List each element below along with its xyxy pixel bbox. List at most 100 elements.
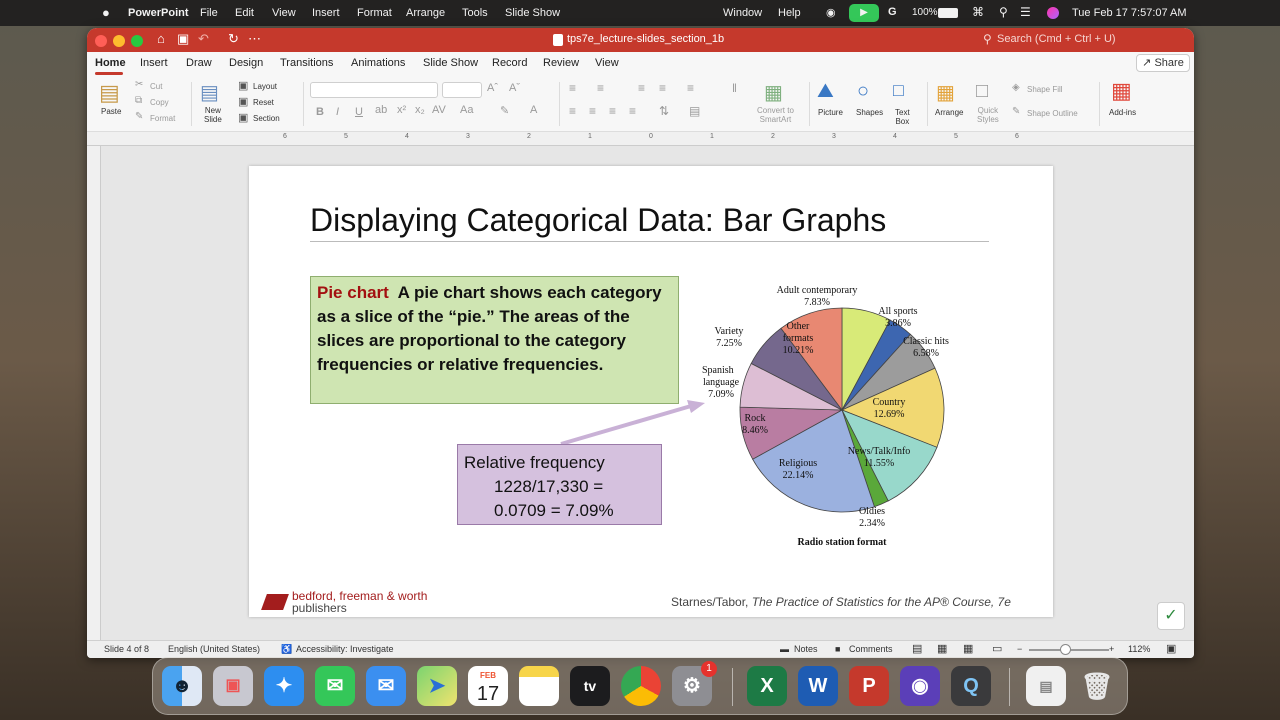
shapes-icon[interactable]: ○ — [857, 80, 869, 103]
new-slide-label[interactable]: New Slide — [204, 106, 222, 124]
decrease-font-icon[interactable]: Aˇ — [509, 82, 520, 94]
minimize-window-button[interactable] — [113, 35, 125, 47]
align-left-icon[interactable]: ≡ — [569, 104, 576, 118]
smartart-icon[interactable]: ▦ — [764, 80, 783, 105]
numbering-icon[interactable]: ≡ — [597, 81, 604, 95]
menu-slide-show[interactable]: Slide Show — [505, 7, 560, 19]
siri-icon[interactable] — [1047, 7, 1059, 19]
font-color-icon[interactable]: A — [530, 104, 537, 116]
mail-icon[interactable]: ✉ — [366, 666, 406, 706]
tab-view[interactable]: View — [595, 57, 619, 69]
zoom-window-button[interactable] — [131, 35, 143, 47]
arrange-label[interactable]: Arrange — [935, 108, 963, 117]
tab-animations[interactable]: Animations — [351, 57, 405, 69]
format-painter-label[interactable]: Format — [150, 114, 175, 123]
screenshot-icon[interactable]: ◉ — [900, 666, 940, 706]
reading-view-icon[interactable]: ▦ — [963, 642, 973, 655]
trash-icon[interactable]: 🗑 — [1077, 666, 1117, 706]
menu-tools[interactable]: Tools — [462, 7, 488, 19]
save-icon[interactable]: ▣ — [177, 31, 189, 47]
addins-icon[interactable]: ▦ — [1111, 78, 1132, 104]
character-spacing-icon[interactable]: AV — [432, 104, 446, 116]
reset-icon[interactable]: ▣ — [238, 95, 248, 108]
chrome-icon[interactable] — [621, 666, 661, 706]
convert-smartart-label[interactable]: Convert to SmartArt — [757, 106, 794, 124]
more-icon[interactable]: ⋯ — [248, 31, 261, 47]
menu-view[interactable]: View — [272, 7, 296, 19]
normal-view-icon[interactable]: ▤ — [912, 642, 922, 655]
maps-icon[interactable]: ➤ — [417, 666, 457, 706]
redo-icon[interactable]: ↻ — [228, 31, 239, 47]
slide[interactable]: Displaying Categorical Data: Bar Graphs … — [249, 166, 1053, 617]
quick-styles-icon[interactable]: □ — [976, 80, 988, 103]
calendar-icon[interactable]: FEB 17 — [468, 666, 508, 706]
align-right-icon[interactable]: ≡ — [609, 104, 616, 118]
align-center-icon[interactable]: ≡ — [589, 104, 596, 118]
cut-label[interactable]: Cut — [150, 82, 162, 91]
clock[interactable]: Tue Feb 17 7:57:07 AM — [1072, 7, 1187, 19]
picture-icon[interactable]: ⛰ — [817, 80, 834, 103]
language-status[interactable]: English (United States) — [168, 644, 260, 654]
shape-fill-label[interactable]: Shape Fill — [1027, 85, 1063, 94]
justify-icon[interactable]: ≡ — [629, 104, 636, 118]
callout-arrow[interactable] — [549, 396, 709, 446]
control-center-icon[interactable]: ☰ — [1020, 5, 1031, 19]
tab-insert[interactable]: Insert — [140, 57, 168, 69]
text-box-icon[interactable]: □ — [893, 80, 904, 101]
tab-slide-show[interactable]: Slide Show — [423, 57, 478, 69]
accessibility-status[interactable]: Accessibility: Investigate — [296, 644, 394, 654]
zoom-level[interactable]: 112% — [1128, 644, 1150, 654]
comments-button[interactable]: Comments — [849, 644, 893, 654]
fit-slide-icon[interactable]: ▣ — [1166, 642, 1176, 655]
wifi-icon[interactable]: ⌘ — [972, 5, 984, 19]
tab-home[interactable]: Home — [95, 57, 126, 69]
finder-icon[interactable]: ☻ — [162, 666, 202, 706]
undo-icon[interactable]: ↶ — [198, 31, 209, 47]
highlight-icon[interactable]: ✎ — [500, 104, 509, 117]
italic-button[interactable]: I — [336, 106, 339, 118]
bold-button[interactable]: B — [316, 106, 324, 118]
tab-record[interactable]: Record — [492, 57, 527, 69]
menu-help[interactable]: Help — [778, 7, 801, 19]
text-direction-icon[interactable]: ⇅ — [659, 104, 669, 118]
tab-design[interactable]: Design — [229, 57, 263, 69]
section-icon[interactable]: ▣ — [238, 111, 248, 124]
menu-window[interactable]: Window — [723, 7, 762, 19]
cut-icon[interactable]: ✂ — [135, 79, 143, 90]
addins-label[interactable]: Add-ins — [1109, 108, 1136, 117]
excel-icon[interactable]: X — [747, 666, 787, 706]
zoom-in-icon[interactable]: + — [1109, 644, 1114, 654]
menu-edit[interactable]: Edit — [235, 7, 254, 19]
facetime-icon[interactable]: ▶ — [849, 4, 879, 22]
reset-label[interactable]: Reset — [253, 98, 274, 107]
line-spacing-icon[interactable]: ≡ — [687, 81, 694, 95]
paste-icon[interactable]: ▤ — [99, 80, 120, 106]
safari-icon[interactable]: ✦ — [264, 666, 304, 706]
menu-format[interactable]: Format — [357, 7, 392, 19]
menu-app-name[interactable]: PowerPoint — [128, 7, 189, 19]
slide-canvas[interactable]: Displaying Categorical Data: Bar Graphs … — [101, 146, 1194, 640]
shape-outline-label[interactable]: Shape Outline — [1027, 109, 1078, 118]
picture-label[interactable]: Picture — [818, 108, 843, 117]
definition-box[interactable]: Pie chart A pie chart shows each categor… — [310, 276, 679, 404]
menu-file[interactable]: File — [200, 7, 218, 19]
zoom-slider-knob[interactable] — [1060, 644, 1071, 655]
change-case-icon[interactable]: Aa — [460, 104, 473, 116]
notes-app-icon[interactable] — [519, 666, 559, 706]
format-painter-icon[interactable]: ✎ — [135, 111, 143, 122]
section-label[interactable]: Section — [253, 114, 280, 123]
spotlight-icon[interactable]: ⚲ — [999, 5, 1008, 19]
tab-draw[interactable]: Draw — [186, 57, 212, 69]
increase-indent-icon[interactable]: ≡ — [659, 81, 666, 95]
align-text-icon[interactable]: ▤ — [689, 104, 700, 118]
font-name-dropdown[interactable] — [310, 82, 438, 98]
layout-icon[interactable]: ▣ — [238, 79, 248, 92]
notes-button[interactable]: Notes — [794, 644, 818, 654]
shape-fill-icon[interactable]: ◈ — [1012, 82, 1020, 93]
zoom-out-icon[interactable]: − — [1017, 644, 1022, 654]
messages-icon[interactable]: ✉ — [315, 666, 355, 706]
increase-font-icon[interactable]: Aˆ — [487, 82, 498, 94]
menu-insert[interactable]: Insert — [312, 7, 340, 19]
home-icon[interactable]: ⌂ — [157, 31, 165, 46]
copy-icon[interactable]: ⧉ — [135, 95, 142, 106]
